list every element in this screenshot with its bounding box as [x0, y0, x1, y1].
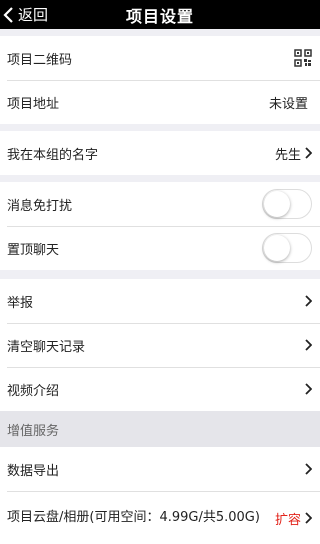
- chevron-right-icon: [305, 295, 312, 307]
- data-export-label: 数据导出: [7, 463, 60, 479]
- my-group-name-value: 先生: [274, 147, 301, 163]
- chevron-right-icon: [305, 512, 312, 524]
- project-cloud-row[interactable]: 项目云盘/相册(可用空间：4.99G/共5.00G) 扩容: [0, 491, 320, 544]
- chevron-right-icon: [305, 463, 312, 475]
- project-address-value: 未设置: [268, 96, 308, 112]
- chevron-right-icon: [305, 383, 312, 395]
- clear-chat-history-row[interactable]: 清空聊天记录: [0, 323, 320, 367]
- expand-storage-link[interactable]: 扩容: [275, 509, 301, 528]
- video-intro-label: 视频介绍: [7, 383, 60, 399]
- back-button[interactable]: 返回: [2, 0, 48, 29]
- data-export-row[interactable]: 数据导出: [0, 447, 320, 491]
- clear-chat-history-label: 清空聊天记录: [7, 339, 86, 355]
- video-intro-row[interactable]: 视频介绍: [0, 367, 320, 411]
- nav-bar: 返回 项目设置: [0, 0, 320, 29]
- report-label: 举报: [7, 295, 34, 311]
- mute-notifications-row: 消息免打扰: [0, 182, 320, 226]
- value-added-services-header: 增值服务: [0, 411, 320, 447]
- pin-chat-label: 置顶聊天: [7, 242, 60, 258]
- report-row[interactable]: 举报: [0, 279, 320, 323]
- my-group-name-label: 我在本组的名字: [7, 147, 99, 163]
- mute-notifications-toggle[interactable]: [262, 189, 312, 219]
- pin-chat-toggle[interactable]: [262, 233, 312, 263]
- mute-notifications-label: 消息免打扰: [7, 198, 73, 214]
- my-group-name-row[interactable]: 我在本组的名字 先生: [0, 131, 320, 175]
- project-address-row[interactable]: 项目地址 未设置: [0, 80, 320, 124]
- toggle-knob: [264, 235, 290, 261]
- chevron-right-icon: [305, 147, 312, 159]
- chevron-right-icon: [305, 339, 312, 351]
- project-address-label: 项目地址: [7, 96, 60, 112]
- qr-code-icon: [294, 49, 312, 67]
- back-label: 返回: [18, 6, 49, 24]
- pin-chat-row: 置顶聊天: [0, 226, 320, 270]
- project-qr-label: 项目二维码: [7, 52, 73, 68]
- toggle-knob: [264, 191, 290, 217]
- chevron-left-icon: [3, 6, 13, 23]
- project-qr-row[interactable]: 项目二维码: [0, 36, 320, 80]
- project-cloud-label: 项目云盘/相册(可用空间：4.99G/共5.00G): [7, 510, 260, 525]
